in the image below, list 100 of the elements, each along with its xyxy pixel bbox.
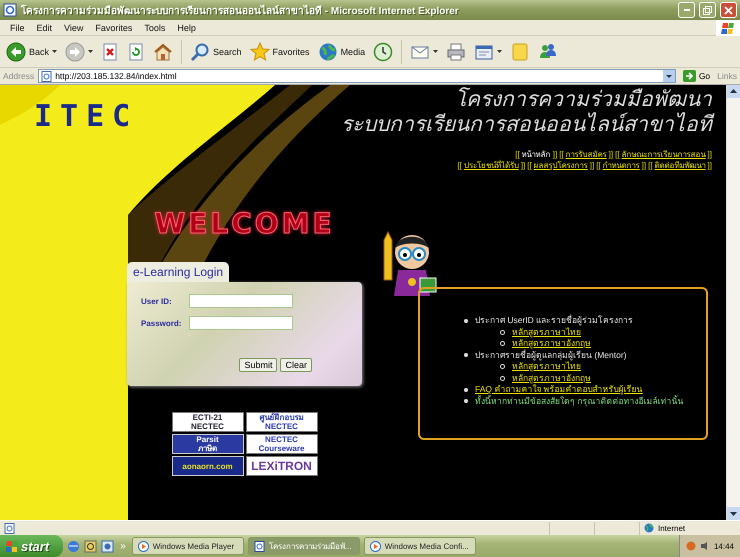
taskbar-button[interactable]: Windows Media Player [132,537,244,555]
announcement-link[interactable]: หลักสูตรภาษาไทย [512,361,581,372]
address-label: Address [3,71,34,81]
go-button[interactable]: Go [680,70,714,82]
media-button[interactable]: Media [314,40,368,64]
announcement-link[interactable]: หลักสูตรภาษาอังกฤษ [512,338,591,350]
itec-logo: ITEC [34,99,138,134]
maximize-button[interactable] [699,2,716,18]
speaker-icon[interactable] [700,541,710,551]
menu-item[interactable]: Edit [30,22,58,32]
partner-logo[interactable]: ศูนย์ฝึกอบรม NECTEC [246,412,318,432]
bullet-icon [500,376,505,381]
partner-logo[interactable]: NECTEC Courseware [246,434,318,454]
menu-item[interactable]: Tools [138,22,172,32]
nav-link[interactable]: หน้าหลัก [522,149,551,160]
partner-logo[interactable]: Parsit ภาษิต [172,434,244,454]
star-icon [250,42,270,62]
announcement-text: ประกาศรายชื่อผู้ดูแลกลุ่มผู้เรียน (Mentor) [475,350,626,361]
bullet-icon [464,318,468,323]
menu-item[interactable]: Favorites [89,22,138,32]
caret-icon [497,50,502,53]
back-button[interactable]: Back [3,40,60,64]
logo-text: ศูนย์ฝึกอบรม [260,413,304,422]
restore-icon [703,6,712,14]
nav-link[interactable]: การรับสมัคร [566,149,607,160]
menu-item[interactable]: File [4,22,31,32]
browser-page-icon [3,3,17,17]
partner-logo[interactable]: LEXiTRON [246,456,318,476]
nav-bracket: [[ [596,160,601,171]
go-arrow-icon [682,70,696,82]
favorites-button[interactable]: Favorites [246,40,313,64]
nav-link[interactable]: ประโยชน์ที่ได้รับ [464,160,519,171]
player-icon [370,540,381,552]
clock-icon [373,42,394,62]
announcement-link[interactable]: หลักสูตรภาษาอังกฤษ [512,372,591,384]
announcement-link[interactable]: FAQ คำถามคาใจ พร้อมคำตอบสำหรับผู้เรียน [475,384,643,396]
nav-bracket: ]] [520,160,526,171]
contact-note: ทั้งนี้หากท่านมีข้อสงสัยใดๆ กรุณาติดต่อทางอีเมล์เท่านั้น [475,396,684,407]
menu-item[interactable]: View [58,22,90,32]
nav-bracket: [[ [515,149,520,160]
player-icon [138,540,149,552]
minimize-button[interactable] [678,2,695,18]
logo-text: ECTI-21 [192,413,222,422]
note-icon [510,42,530,62]
scroll-down-icon [727,507,740,520]
printer-icon [446,42,466,62]
menu-item[interactable]: Help [171,22,202,32]
logo-text: Parsit [196,435,219,444]
window-title: โครงการความร่วมมือพัฒนาระบบการเรียนการสอนออนไลน์สาขาไอที - Microsoft Internet Explorer [21,4,460,18]
nav-link[interactable]: ติดต่อทีมพัฒนา [654,160,706,171]
nav-bracket: ]] [642,160,646,171]
caret-icon [52,50,58,53]
nav-link[interactable]: ลักษณะการเรียนการสอน [622,149,706,160]
site-heading: ระบบการเรียนการสอนออนไลน์สาขาไอที [341,112,712,137]
close-icon [724,6,733,14]
logo-text: LEXiTRON [251,462,312,470]
partner-logo[interactable]: aonaorn.com [172,456,244,476]
browser-quicklaunch-icon[interactable] [67,540,80,552]
announcement-link[interactable]: หลักสูตรภาษาไทย [512,326,581,338]
stop-icon [101,42,120,60]
zone-label: Internet [658,524,686,532]
nav-link[interactable]: กำหนดการ [602,160,640,171]
logo-text: NECTEC [191,422,224,431]
scroll-up-icon [727,85,740,98]
clock: 14:44 [714,542,734,550]
close-button[interactable] [720,2,737,18]
form-button[interactable]: Submit [239,358,278,372]
logo-text: ภาษิต [198,444,217,453]
bullet-icon [464,388,468,392]
taskbar-button[interactable]: Windows Media Confi... [364,537,476,555]
partner-logo[interactable]: ECTI-21 NECTEC [172,412,244,432]
address-field[interactable]: http://203.185.132.84/index.html [38,69,676,83]
globe-icon [318,42,338,62]
welcome-heading: WELCOME [154,207,335,240]
media-quicklaunch-icon[interactable] [101,540,114,552]
minimize-icon [684,9,690,11]
refresh-icon [127,42,146,60]
login-title: e-Learning Login [127,262,230,282]
bullet-icon [464,399,468,404]
desktop-quicklaunch-icon[interactable] [84,540,98,552]
nav-bracket: ]] [608,149,614,160]
nav-bracket: [[ [559,149,564,160]
caret-icon [88,50,94,53]
bullet-icon [500,341,505,346]
home-icon [153,42,174,62]
bullet-icon [464,353,468,358]
form-button[interactable]: Clear [280,358,312,372]
nav-bracket: ]] [590,160,594,171]
search-button[interactable]: Search [187,40,245,64]
nav-link[interactable]: ผลสรุปโครงการ [534,160,588,171]
nav-bracket: ]] [552,149,558,160]
text-field[interactable] [189,316,293,330]
text-field[interactable] [189,294,293,308]
nav-bracket: [[ [527,160,532,171]
search-icon [190,42,210,62]
scrollbar[interactable] [726,85,740,520]
caret-icon [433,50,438,53]
page-icon [254,540,265,552]
nav-bracket: [[ [457,160,462,171]
nav-bracket: ]] [708,160,712,171]
